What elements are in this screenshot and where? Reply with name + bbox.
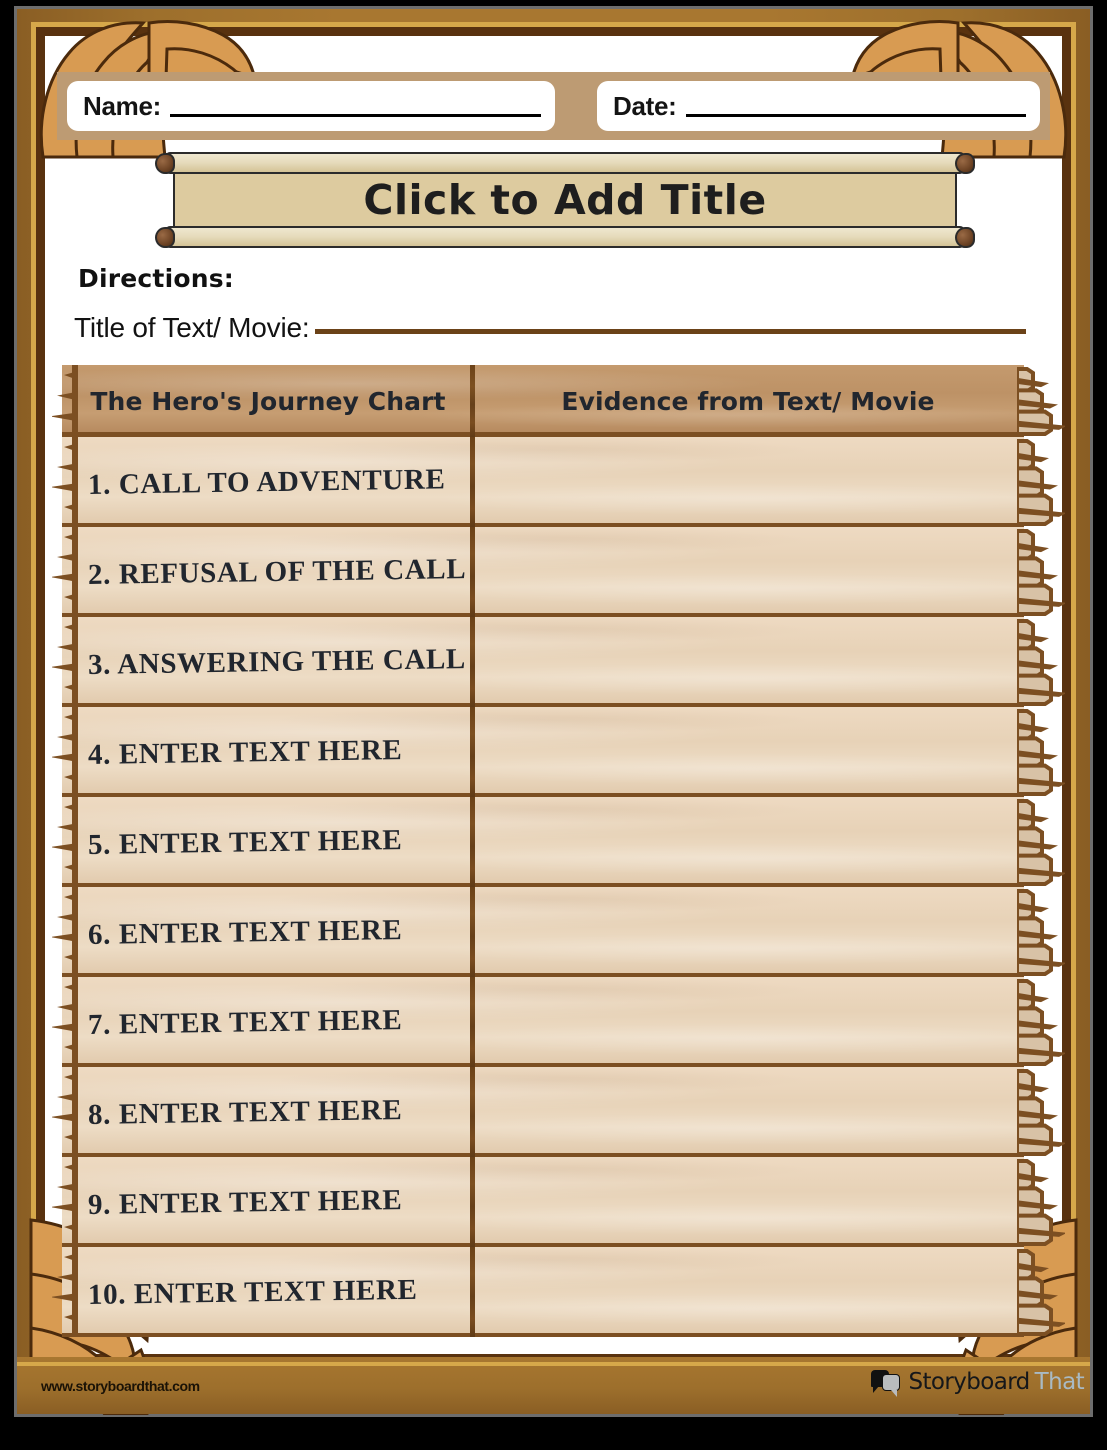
journey-step-label[interactable]: 3. ANSWERING THE CALL (87, 614, 466, 710)
plank-edge-left-icon (52, 1067, 78, 1157)
column-divider (470, 977, 475, 1067)
column-divider (470, 797, 475, 887)
plank-edge-left-icon (52, 707, 78, 797)
name-label: Name: (83, 90, 161, 121)
speech-bubbles-icon (871, 1369, 901, 1397)
name-field-box[interactable]: Name: (67, 81, 555, 131)
title-of-text-input-rule[interactable] (315, 329, 1026, 334)
scroll-knob-top-right-icon (955, 153, 975, 174)
column-divider (470, 887, 475, 977)
evidence-cell[interactable] (478, 1157, 1018, 1247)
table-row: 1. CALL TO ADVENTURE (52, 434, 1065, 530)
journey-step-label[interactable]: 5. ENTER TEXT HERE (87, 794, 464, 890)
plank-edge-left-icon (52, 977, 78, 1067)
date-field-box[interactable]: Date: (597, 81, 1040, 131)
evidence-cell[interactable] (478, 707, 1018, 797)
table-row: 7. ENTER TEXT HERE (52, 974, 1065, 1070)
name-input-rule[interactable] (169, 113, 541, 117)
column-header-evidence: Evidence from Text/ Movie (561, 386, 935, 416)
plank-edge-right-icon (1017, 617, 1065, 707)
evidence-cell[interactable] (478, 1247, 1018, 1337)
plank-edge-left-icon (52, 797, 78, 887)
column-header-journey: The Hero's Journey Chart (90, 386, 446, 416)
scroll-rod-top (165, 152, 965, 174)
date-label: Date: (613, 90, 677, 121)
evidence-cell[interactable] (478, 617, 1018, 707)
title-of-text-row: Title of Text/ Movie: (74, 312, 1026, 344)
journey-step-label[interactable]: 9. ENTER TEXT HERE (87, 1154, 464, 1250)
plank-edge-right-icon (1017, 797, 1065, 887)
journey-step-label[interactable]: 8. ENTER TEXT HERE (87, 1064, 464, 1160)
plank-edge-right-icon (1017, 527, 1065, 617)
plank-edge-right-icon (1017, 1157, 1065, 1247)
plank-edge-right-icon (1017, 437, 1065, 527)
plank-edge-right-icon (1017, 887, 1065, 977)
plank-edge-left-icon (52, 527, 78, 617)
journey-step-label[interactable]: 1. CALL TO ADVENTURE (87, 434, 464, 530)
plank-edge-left-icon (52, 437, 78, 527)
plank-edge-left-icon (52, 1157, 78, 1247)
table-row: 8. ENTER TEXT HERE (52, 1064, 1065, 1160)
column-divider (470, 617, 475, 707)
scroll-knob-bottom-left-icon (155, 227, 175, 248)
plank-edge-left-icon (52, 1247, 78, 1337)
journey-step-label[interactable]: 6. ENTER TEXT HERE (87, 884, 464, 980)
table-row: 9. ENTER TEXT HERE (52, 1154, 1065, 1250)
table-row: 10. ENTER TEXT HERE (52, 1244, 1065, 1340)
column-divider (470, 365, 475, 437)
date-input-rule[interactable] (685, 113, 1026, 117)
table-row: 6. ENTER TEXT HERE (52, 884, 1065, 980)
footer-band: www.storyboardthat.com Storyboard That (17, 1357, 1090, 1414)
evidence-cell[interactable] (478, 887, 1018, 977)
table-row: 5. ENTER TEXT HERE (52, 794, 1065, 890)
evidence-cell[interactable] (478, 437, 1018, 527)
scroll-knob-top-left-icon (155, 153, 175, 174)
plank-edge-left-icon (52, 887, 78, 977)
plank-edge-right-icon (1017, 707, 1065, 797)
journey-step-label[interactable]: 4. ENTER TEXT HERE (87, 704, 464, 800)
journey-step-label[interactable]: 2. REFUSAL OF THE CALL (87, 524, 467, 620)
column-divider (470, 707, 475, 797)
table-row: 2. REFUSAL OF THE CALL (52, 524, 1065, 620)
journey-step-label[interactable]: 10. ENTER TEXT HERE (87, 1244, 464, 1340)
column-divider (470, 1247, 475, 1337)
evidence-cell[interactable] (478, 527, 1018, 617)
plank-edge-right-icon (1017, 365, 1065, 437)
title-scroll[interactable]: Click to Add Title (155, 152, 975, 248)
title-of-text-label: Title of Text/ Movie: (74, 312, 310, 343)
worksheet-page: Name: Date: Click to Add Title Direction… (0, 0, 1107, 1450)
footer-divider (17, 1362, 1090, 1366)
column-divider (470, 437, 475, 527)
table-header-row: The Hero's Journey Chart Evidence from T… (52, 365, 1065, 437)
footer-website-url[interactable]: www.storyboardthat.com (41, 1378, 200, 1394)
scroll-knob-bottom-right-icon (955, 227, 975, 248)
name-date-band: Name: Date: (57, 72, 1050, 140)
table-row: 4. ENTER TEXT HERE (52, 704, 1065, 800)
directions-label[interactable]: Directions: (78, 264, 234, 293)
heros-journey-table: The Hero's Journey Chart Evidence from T… (52, 365, 1065, 1340)
logo-word-that: That (1034, 1369, 1085, 1395)
column-divider (470, 527, 475, 617)
plank-edge-right-icon (1017, 1067, 1065, 1157)
plank-edge-right-icon (1017, 977, 1065, 1067)
table-row: 3. ANSWERING THE CALL (52, 614, 1065, 710)
plank-edge-left-icon (52, 617, 78, 707)
column-divider (470, 1067, 475, 1157)
plank-edge-right-icon (1017, 1247, 1065, 1337)
evidence-cell[interactable] (478, 1067, 1018, 1157)
column-divider (470, 1157, 475, 1247)
storyboardthat-logo[interactable]: Storyboard That (871, 1369, 1085, 1397)
evidence-cell[interactable] (478, 977, 1018, 1067)
worksheet-title[interactable]: Click to Add Title (173, 172, 957, 228)
journey-step-label[interactable]: 7. ENTER TEXT HERE (87, 974, 464, 1070)
logo-word-storyboard: Storyboard (908, 1369, 1030, 1395)
scroll-rod-bottom (165, 226, 965, 248)
evidence-cell[interactable] (478, 797, 1018, 887)
